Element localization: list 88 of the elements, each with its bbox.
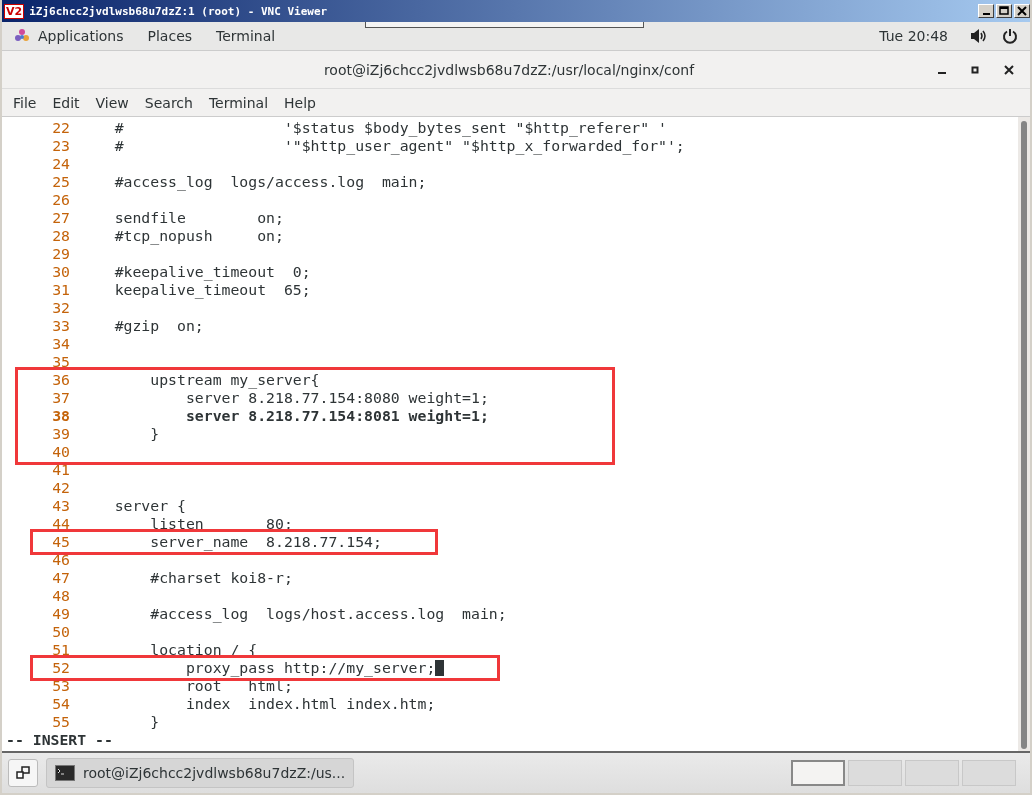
code-line: #gzip on; [113,317,204,335]
maximize-icon [999,6,1009,16]
line-number: 22 [51,119,70,137]
minimize-button[interactable] [978,4,994,18]
code-line: #access_log logs/host.access.log main; [149,605,507,623]
code-line: index index.html index.htm; [184,695,436,713]
line-number: 42 [51,479,70,497]
menu-item[interactable]: Edit [44,94,88,111]
line-number: 34 [51,335,70,353]
code-line: # '"$http_user_agent" "$http_x_forwarded_for"'; [113,137,685,155]
clock: Tue 20:48 [879,28,948,44]
close-button[interactable] [1014,4,1030,18]
code-line: server_name 8.218.77.154; [149,533,382,551]
workspace-button[interactable] [791,760,845,786]
code-line: #charset koi8-r; [149,569,293,587]
code-line: #tcp_nopush on; [113,227,284,245]
code-line: # '$status $body_bytes_sent "$http_referer" ' [113,119,667,137]
top-menu-item[interactable]: Places [147,28,193,44]
volume-icon[interactable] [970,28,988,44]
menu-item[interactable]: Search [136,94,201,111]
line-number: 55 [51,713,70,731]
line-number: 48 [51,587,70,605]
line-number: 29 [51,245,70,263]
code-line: listen 80; [149,515,293,533]
close-icon [1017,6,1027,16]
code-line: server 8.218.77.154:8080 weight=1; [184,389,489,407]
line-number: 28 [51,227,70,245]
maximize-button[interactable] [996,4,1012,18]
terminal-title: root@iZj6chcc2jvdlwsb68u7dzZ:/usr/local/nginx/conf [323,61,695,78]
line-number: 24 [51,155,70,173]
line-number: 31 [51,281,70,299]
line-number: 51 [51,641,70,659]
top-menu-item[interactable]: Terminal [216,28,276,44]
menu-item[interactable]: Terminal [200,94,277,111]
line-number: 25 [51,173,70,191]
vnc-logo: V2 [4,3,25,19]
line-number: 49 [51,605,70,623]
line-number: 53 [51,677,70,695]
close-button[interactable] [1002,62,1016,77]
code-line: server 8.218.77.154:8081 weight=1; [184,407,489,425]
top-menu-item[interactable]: Applications [38,28,124,44]
code-line: root html; [184,677,293,695]
line-number: 47 [51,569,70,587]
window-title: iZj6chcc2jvdlwsb68u7dzZ:1 (root) - VNC Viewer [29,4,328,18]
line-number: 32 [51,299,70,317]
close-icon [1004,64,1014,75]
line-number: 50 [51,623,70,641]
line-number: 46 [51,551,70,569]
show-desktop-button[interactable] [8,759,38,787]
code-line: keepalive_timeout 65; [113,281,311,299]
code-line: upstream my_server{ [149,371,320,389]
line-number: 38 [51,407,70,425]
code-line: } [149,713,160,731]
scrollbar[interactable] [1018,117,1030,751]
code-line: proxy_pass http://my_server; [184,659,436,677]
line-number: 41 [51,461,70,479]
menu-item[interactable]: View [87,94,137,111]
code-line: } [149,425,160,443]
line-number: 52 [51,659,70,677]
code-line: #access_log logs/access.log main; [113,173,427,191]
line-number: 27 [51,209,70,227]
vim-mode: -- INSERT -- [6,731,114,749]
menu-item[interactable]: File [5,94,45,111]
line-number: 26 [51,191,70,209]
minimize-icon [938,71,946,74]
maximize-icon [970,64,980,75]
line-number: 35 [51,353,70,371]
line-number: 33 [51,317,70,335]
line-number: 54 [51,695,70,713]
line-number: 23 [51,137,70,155]
code-line: server { [113,497,186,515]
line-number: 36 [51,371,70,389]
line-number: 44 [51,515,70,533]
line-number: 37 [51,389,70,407]
terminal-icon [55,765,75,781]
line-number: 39 [51,425,70,443]
power-icon[interactable] [1002,28,1018,44]
line-number: 45 [51,533,70,551]
code-line: sendfile on; [113,209,284,227]
apps-icon [14,28,30,44]
line-number: 40 [51,443,70,461]
code-line: #keepalive_timeout 0; [113,263,311,281]
menu-item[interactable]: Help [276,94,324,111]
windows-icon [16,766,30,780]
line-number: 43 [51,497,70,515]
minimize-icon [982,13,990,15]
line-number: 30 [51,263,70,281]
taskbar-item[interactable]: root@iZj6chcc2jvdlwsb68u7dzZ:/us... [46,758,355,788]
